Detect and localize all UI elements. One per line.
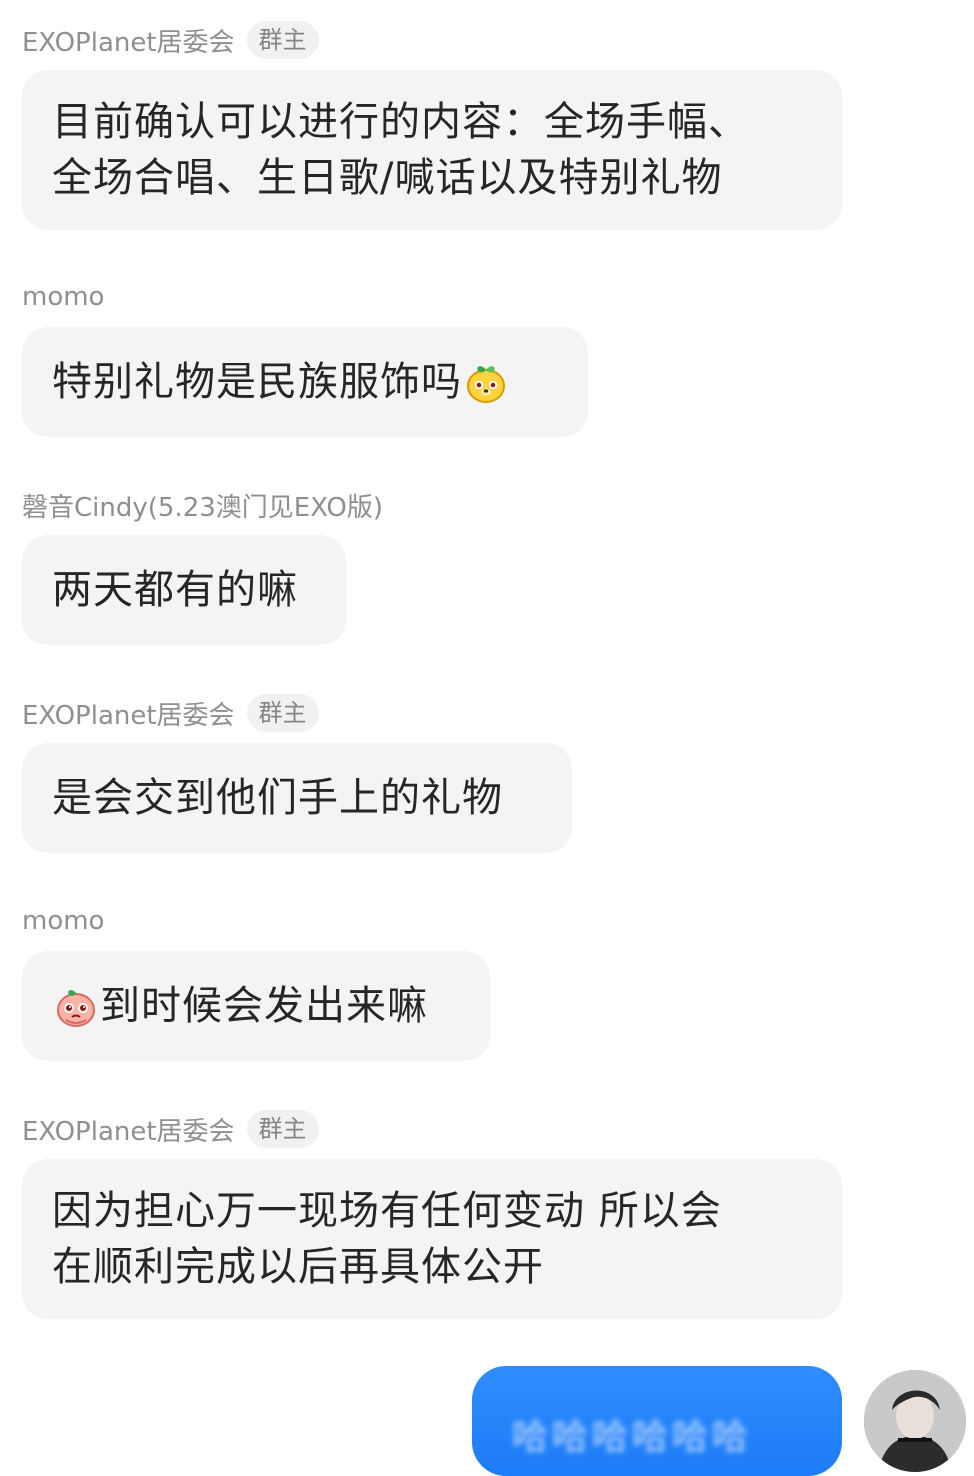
profile-photo-icon bbox=[864, 1370, 966, 1472]
message-bubble[interactable]: 因为担心万一现场有任何变动 所以会 在顺利完成以后再具体公开 bbox=[22, 1159, 842, 1319]
message-bubble[interactable]: 目前确认可以进行的内容：全场手幅、 全场合唱、生日歌/喊话以及特别礼物 bbox=[22, 70, 842, 230]
message-bubble[interactable]: 是会交到他们手上的礼物 bbox=[22, 743, 572, 853]
group-owner-badge: 群主 bbox=[246, 1110, 319, 1148]
sender-name: EXOPlanet居委会 bbox=[22, 27, 235, 58]
sender-row: EXOPlanet居委会 群主 bbox=[22, 1109, 319, 1149]
message-text: 特别礼物是民族服饰吗 bbox=[52, 359, 462, 405]
sender-name: EXOPlanet居委会 bbox=[22, 1116, 235, 1147]
message-line: 在顺利完成以后再具体公开 bbox=[52, 1244, 544, 1290]
sender-row: momo bbox=[22, 901, 104, 941]
my-message-bubble[interactable]: 哈哈哈哈哈哈 bbox=[472, 1366, 842, 1476]
message-text: 两天都有的嘛 bbox=[52, 567, 298, 613]
sender-name: 磬音Cindy(5.23澳门见EXO版) bbox=[22, 492, 383, 523]
message-line: 全场合唱、生日歌/喊话以及特别礼物 bbox=[52, 155, 723, 201]
message-bubble[interactable]: 两天都有的嘛 bbox=[22, 535, 346, 645]
yellow-peach-sticker-icon bbox=[467, 366, 505, 403]
message-text: 是会交到他们手上的礼物 bbox=[52, 775, 503, 821]
sender-name: momo bbox=[22, 906, 105, 936]
sender-row: EXOPlanet居委会 群主 bbox=[22, 693, 319, 733]
message-bubble[interactable]: 到时候会发出来嘛 bbox=[22, 951, 490, 1061]
message-line: 目前确认可以进行的内容：全场手幅、 bbox=[52, 99, 749, 145]
chat-thread: EXOPlanet居委会 群主 目前确认可以进行的内容：全场手幅、 全场合唱、生… bbox=[0, 0, 974, 1476]
my-message-text: 哈哈哈哈哈哈 bbox=[512, 1417, 753, 1458]
message-text: 到时候会发出来嘛 bbox=[100, 983, 428, 1029]
message-line: 因为担心万一现场有任何变动 所以会 bbox=[52, 1188, 722, 1234]
message-bubble[interactable]: 特别礼物是民族服饰吗 bbox=[22, 327, 588, 437]
sender-row: EXOPlanet居委会 群主 bbox=[22, 20, 319, 60]
sender-name: momo bbox=[22, 282, 105, 312]
sender-row: momo bbox=[22, 277, 104, 317]
sender-row: 磬音Cindy(5.23澳门见EXO版) bbox=[22, 485, 383, 525]
group-owner-badge: 群主 bbox=[246, 694, 319, 732]
avatar[interactable] bbox=[864, 1370, 966, 1472]
sender-name: EXOPlanet居委会 bbox=[22, 700, 235, 731]
pink-peach-pleading-sticker-icon bbox=[57, 990, 95, 1027]
group-owner-badge: 群主 bbox=[246, 21, 319, 59]
